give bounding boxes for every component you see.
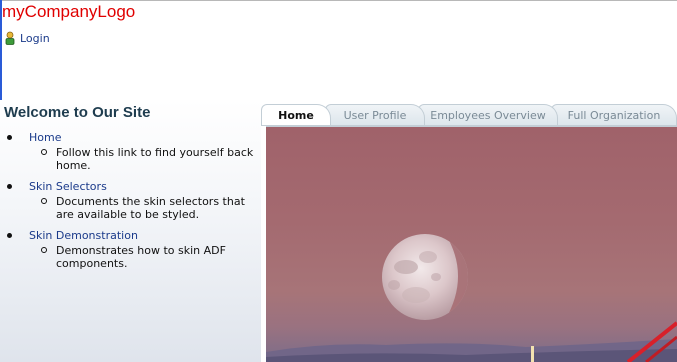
bullet: [7, 135, 12, 140]
tab-user-profile[interactable]: User Profile: [325, 104, 425, 125]
tab-employees-overview[interactable]: Employees Overview: [418, 104, 558, 125]
bullet: [7, 184, 12, 189]
nav-description-text: Demonstrates how to skin ADF components.: [56, 244, 226, 270]
nav-description-text: Follow this link to find yourself back h…: [56, 146, 254, 172]
tab-home[interactable]: Home: [261, 104, 331, 125]
login-link[interactable]: Login: [4, 31, 50, 45]
bullet: [7, 233, 12, 238]
sidebar-nav-list: Home Follow this link to find yourself b…: [4, 130, 260, 277]
nav-link-skin-selectors[interactable]: Skin Selectors: [29, 179, 107, 194]
sub-bullet: [41, 198, 47, 204]
nav-description: Demonstrates how to skin ADF components.: [41, 244, 260, 270]
nav-description-text: Documents the skin selectors that are av…: [56, 195, 245, 221]
nav-description: Follow this link to find yourself back h…: [41, 146, 260, 172]
nav-item-home: Home Follow this link to find yourself b…: [4, 130, 260, 172]
login-label: Login: [20, 31, 50, 45]
sub-bullet: [41, 247, 47, 253]
nav-item-skin-demonstration: Skin Demonstration Demonstrates how to s…: [4, 228, 260, 270]
tab-full-organization[interactable]: Full Organization: [551, 104, 677, 125]
nav-item-skin-selectors: Skin Selectors Documents the skin select…: [4, 179, 260, 221]
sidebar: Welcome to Our Site Home Follow this lin…: [0, 100, 261, 362]
nav-description: Documents the skin selectors that are av…: [41, 195, 260, 221]
top-border: [0, 0, 677, 1]
company-logo: myCompanyLogo: [2, 2, 136, 21]
moon-photo: [266, 127, 677, 362]
nav-link-skin-demonstration[interactable]: Skin Demonstration: [29, 228, 138, 243]
sidebar-title: Welcome to Our Site: [4, 104, 151, 121]
sub-bullet: [41, 149, 47, 155]
tab-bar: Full Organization Employees Overview Use…: [261, 100, 677, 126]
nav-link-home[interactable]: Home: [29, 130, 61, 145]
user-login-icon: [4, 31, 16, 45]
page-frame: myCompanyLogo Login Welcome to Our Site …: [0, 0, 677, 362]
